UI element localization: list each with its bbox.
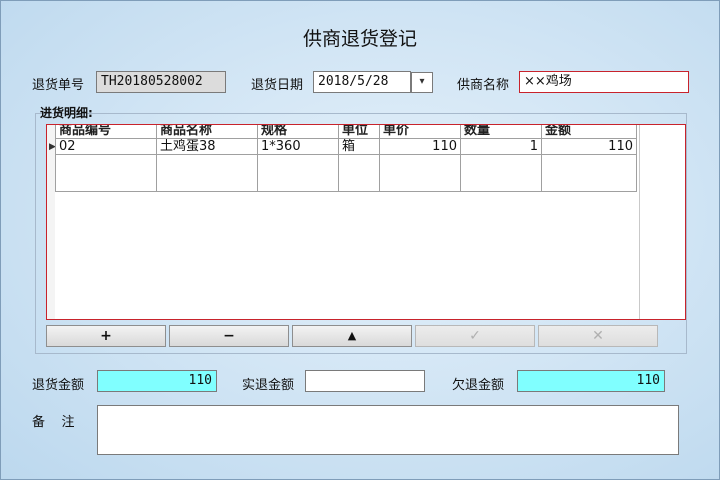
page-title: 供商退货登记 (302, 28, 417, 50)
cell-price[interactable]: 110 (379, 138, 461, 155)
cell-spec[interactable]: 1*360 (257, 138, 339, 155)
empty-cell[interactable] (156, 154, 258, 192)
empty-cell[interactable] (55, 154, 157, 192)
empty-cell[interactable] (379, 154, 461, 192)
col-header-price[interactable]: 单价 (379, 125, 461, 139)
move-up-button[interactable]: ▲ (292, 325, 412, 347)
return-date-label: 退货日期 (251, 78, 304, 93)
grid-scrollbar-area[interactable] (639, 125, 685, 319)
return-amount-field[interactable]: 110 (97, 370, 217, 392)
col-header-unit[interactable]: 单位 (338, 125, 380, 139)
return-amount-label: 退货金额 (32, 378, 85, 393)
cell-unit[interactable]: 箱 (338, 138, 380, 155)
cell-qty[interactable]: 1 (460, 138, 542, 155)
empty-cell[interactable] (541, 154, 637, 192)
actual-refund-label: 实退金额 (242, 378, 295, 393)
cell-code[interactable]: 02 (55, 138, 157, 155)
details-grid[interactable]: ▶ 商品编号 商品名称 规格 单位 单价 数量 金额 02 土鸡蛋38 1*36… (46, 124, 686, 320)
col-header-spec[interactable]: 规格 (257, 125, 339, 139)
date-dropdown-button[interactable]: ▾ (411, 72, 433, 93)
empty-cell[interactable] (338, 154, 380, 192)
empty-cell[interactable] (460, 154, 542, 192)
supplier-label: 供商名称 (457, 78, 510, 93)
remark-label: 备 注 (32, 415, 75, 430)
return-no-label: 退货单号 (32, 78, 85, 93)
actual-refund-field[interactable] (305, 370, 425, 392)
row-indicator-column (47, 125, 55, 319)
remark-textarea[interactable] (97, 405, 679, 455)
col-header-qty[interactable]: 数量 (460, 125, 542, 139)
col-header-code[interactable]: 商品编号 (55, 125, 157, 139)
empty-cell[interactable] (257, 154, 339, 192)
owed-refund-field[interactable]: 110 (517, 370, 665, 392)
add-row-button[interactable]: + (46, 325, 166, 347)
owed-refund-label: 欠退金额 (452, 378, 505, 393)
return-no-field[interactable]: TH20180528002 (96, 71, 226, 93)
table-row[interactable]: 02 土鸡蛋38 1*360 箱 110 1 110 (55, 138, 637, 155)
col-header-amount[interactable]: 金额 (541, 125, 637, 139)
supplier-field[interactable]: ××鸡场 (519, 71, 689, 93)
details-table: 商品编号 商品名称 规格 单位 单价 数量 金额 02 土鸡蛋38 1*360 … (55, 125, 637, 192)
confirm-button[interactable]: ✓ (415, 325, 535, 347)
chevron-down-icon: ▾ (419, 76, 425, 87)
cell-amount[interactable]: 110 (541, 138, 637, 155)
delete-row-button[interactable]: − (169, 325, 289, 347)
col-header-name[interactable]: 商品名称 (156, 125, 258, 139)
cancel-button[interactable]: ✕ (538, 325, 658, 347)
return-date-field[interactable]: 2018/5/28 (313, 71, 411, 93)
cell-name[interactable]: 土鸡蛋38 (156, 138, 258, 155)
table-row-empty[interactable] (55, 154, 637, 192)
details-group-label: 进货明细: (40, 106, 93, 120)
